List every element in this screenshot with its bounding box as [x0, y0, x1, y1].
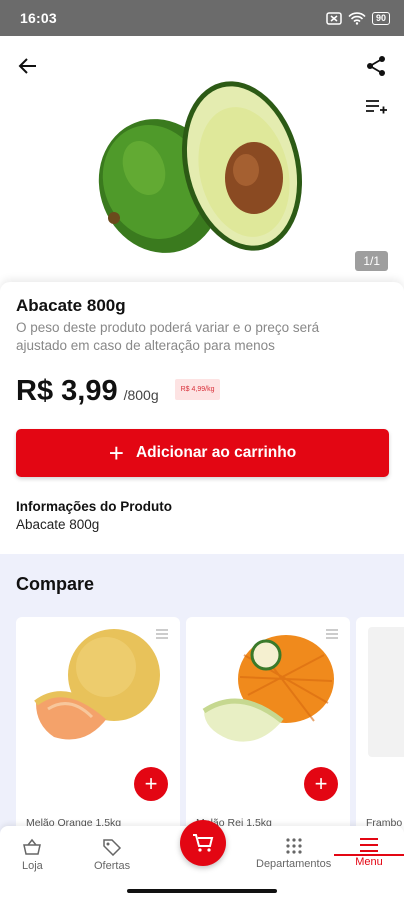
add-to-cart-button[interactable]: + Adicionar ao carrinho — [16, 429, 389, 477]
price-unit: /800g — [123, 387, 159, 403]
compare-title: Compare — [16, 574, 95, 594]
product-info-heading: Informações do Produto — [16, 499, 173, 514]
product-info-value: Abacate 800g — [16, 517, 100, 532]
nav-item-loja[interactable]: Loja — [22, 838, 43, 872]
add-to-list-button[interactable] — [360, 92, 392, 124]
nav-item-departamentos[interactable]: Departamentos — [256, 838, 331, 870]
back-button[interactable] — [12, 50, 44, 82]
battery-icon: 90 — [371, 11, 390, 25]
share-button[interactable] — [360, 50, 392, 82]
compare-card[interactable]: + Melão Rei 1,5kg — [186, 617, 350, 847]
price-per-kg-badge: R$ 4,99/kg — [174, 379, 221, 400]
nav-label: Ofertas — [94, 860, 131, 872]
compare-card[interactable]: Frambo — [356, 617, 404, 847]
compare-card[interactable]: + Melão Orange 1,5kg — [16, 617, 180, 847]
tag-icon — [103, 839, 122, 856]
add-to-cart-label: Adicionar ao carrinho — [135, 444, 297, 461]
share-icon — [367, 56, 385, 76]
status-icons: 90 — [326, 11, 390, 25]
hamburger-icon — [360, 838, 378, 852]
orange-melon-image — [34, 629, 160, 740]
product-info-sheet: Abacate 800g O peso deste produto poderá… — [0, 282, 404, 554]
nav-item-ofertas[interactable]: Ofertas — [94, 838, 130, 872]
product-title: Abacate 800g — [16, 296, 126, 315]
price-row: R$ 3,99 /800g R$ 4,99/kg — [16, 375, 388, 408]
arrow-left-icon — [18, 58, 36, 74]
grid-icon — [286, 838, 302, 854]
playlist-add-icon — [366, 100, 387, 114]
compare-section: Compare + Melão Orange 1,5kg + Melão Rei… — [0, 554, 404, 847]
basket-icon — [23, 838, 42, 855]
status-bar: 16:03 90 — [0, 0, 404, 36]
price: R$ 3,99 — [16, 375, 118, 407]
sim-icon — [326, 11, 342, 25]
nav-label: Departamentos — [256, 858, 332, 870]
honeydew-melon-image — [202, 635, 334, 742]
plus-icon: + — [108, 438, 124, 468]
card-add-button[interactable]: + — [304, 767, 338, 801]
nav-item-menu[interactable]: Menu — [334, 838, 404, 868]
wifi-icon — [348, 11, 366, 25]
status-time: 16:03 — [20, 10, 57, 26]
card-add-button[interactable]: + — [134, 767, 168, 801]
active-tab-indicator — [334, 854, 404, 856]
cart-icon — [193, 834, 214, 852]
weight-disclaimer: O peso deste produto poderá variar e o p… — [16, 320, 320, 353]
avocado-image — [98, 81, 302, 253]
raspberry-image — [368, 627, 404, 757]
product-hero: 1/1 — [0, 36, 404, 282]
nav-label: Menu — [355, 856, 383, 868]
home-indicator — [127, 889, 277, 893]
image-counter-badge: 1/1 — [355, 251, 388, 271]
nav-label: Loja — [22, 860, 43, 872]
cart-button[interactable] — [180, 820, 226, 866]
